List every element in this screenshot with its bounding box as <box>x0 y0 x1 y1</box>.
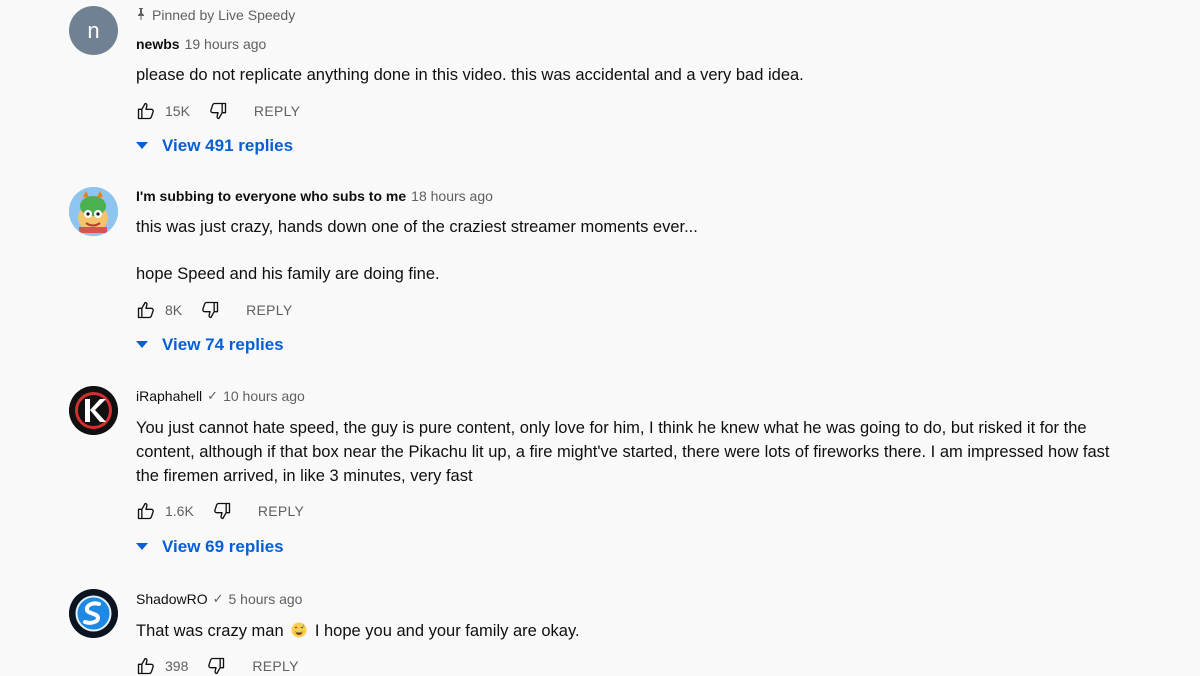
comment-time[interactable]: 19 hours ago <box>185 36 267 52</box>
view-replies-label: View 491 replies <box>162 136 294 155</box>
comment-actions: 15K REPLY <box>136 101 1140 121</box>
comment-header: I'm subbing to everyone who subs to me 1… <box>136 188 1140 204</box>
comment-time[interactable]: 5 hours ago <box>229 591 303 607</box>
comment-actions: 1.6K REPLY <box>136 501 1140 521</box>
avatar-letter: n <box>87 17 100 43</box>
caret-down-icon <box>136 142 148 149</box>
pinned-text: Pinned by Live Speedy <box>152 7 296 23</box>
reply-button[interactable]: REPLY <box>258 503 304 519</box>
dislike-button[interactable] <box>200 300 220 320</box>
thumbs-down-icon <box>213 502 230 520</box>
avatar-bowser-jr[interactable] <box>69 187 118 236</box>
view-replies-button[interactable]: View 491 replies <box>136 136 1140 156</box>
comment-text-line: You just cannot hate speed, the guy is p… <box>136 419 1087 437</box>
comment-text-after-emoji: I hope you and your family are okay. <box>314 622 580 640</box>
comment-text-line: content, although if that box near the P… <box>136 443 1110 461</box>
reply-button[interactable]: REPLY <box>254 103 300 119</box>
comment-header: ShadowRO ✓ 5 hours ago <box>136 591 1140 607</box>
author-name[interactable]: ShadowRO <box>136 591 208 607</box>
thumbs-up-icon <box>137 502 154 520</box>
comment-header: iRaphahell ✓ 10 hours ago <box>136 388 1140 404</box>
caret-down-icon <box>136 543 148 550</box>
view-replies-label: View 74 replies <box>162 335 284 354</box>
comment-actions: 8K REPLY <box>136 300 1140 320</box>
view-replies-button[interactable]: View 74 replies <box>136 335 1140 355</box>
thumbs-up-icon <box>137 657 154 675</box>
avatar-newbs[interactable]: n <box>69 6 118 55</box>
comment-time[interactable]: 18 hours ago <box>411 188 493 204</box>
reply-button[interactable]: REPLY <box>246 302 292 318</box>
like-button[interactable] <box>136 656 156 676</box>
comment-actions: 398 REPLY <box>136 656 1140 676</box>
thumbs-down-icon <box>202 301 219 319</box>
caret-down-icon <box>136 341 148 348</box>
comment-time[interactable]: 10 hours ago <box>223 388 305 404</box>
comment-text: You just cannot hate speed, the guy is p… <box>136 416 1140 488</box>
like-count: 1.6K <box>165 503 194 519</box>
comment-text-line: the firemen arrived, in like 3 minutes, … <box>136 467 473 485</box>
pinned-label: Pinned by Live Speedy <box>136 7 295 23</box>
like-button[interactable] <box>136 101 156 121</box>
comment-text-paragraph-1: this was just crazy, hands down one of t… <box>136 218 698 236</box>
reply-button[interactable]: REPLY <box>252 658 298 674</box>
author-name[interactable]: I'm subbing to everyone who subs to me <box>136 188 406 204</box>
dislike-button[interactable] <box>206 656 226 676</box>
pin-icon <box>136 7 146 23</box>
like-count: 8K <box>165 302 183 318</box>
thumbs-up-icon <box>137 102 154 120</box>
like-button[interactable] <box>136 501 156 521</box>
like-count: 15K <box>165 103 190 119</box>
dislike-button[interactable] <box>208 101 228 121</box>
like-button[interactable] <box>136 300 156 320</box>
like-count: 398 <box>165 658 189 674</box>
thumbs-down-icon <box>208 657 225 675</box>
verified-check-icon: ✓ <box>212 591 224 606</box>
comment-text: That was crazy man I hope you and your f… <box>136 619 1140 643</box>
dislike-button[interactable] <box>212 501 232 521</box>
comment-text-before-emoji: That was crazy man <box>136 622 284 640</box>
comment-text-paragraph-2: hope Speed and his family are doing fine… <box>136 265 440 283</box>
view-replies-label: View 69 replies <box>162 537 284 556</box>
comment-text: please do not replicate anything done in… <box>136 66 804 84</box>
avatar-shadowro[interactable] <box>69 589 118 638</box>
author-name[interactable]: iRaphahell <box>136 388 202 404</box>
avatar-iraphahell[interactable] <box>69 386 118 435</box>
thumbs-down-icon <box>210 102 227 120</box>
grinning-sweat-emoji-icon <box>291 622 307 638</box>
view-replies-button[interactable]: View 69 replies <box>136 537 1140 557</box>
thumbs-up-icon <box>137 301 154 319</box>
comment-header: newbs 19 hours ago <box>136 36 1140 52</box>
author-name[interactable]: newbs <box>136 36 180 52</box>
verified-check-icon: ✓ <box>207 388 219 403</box>
